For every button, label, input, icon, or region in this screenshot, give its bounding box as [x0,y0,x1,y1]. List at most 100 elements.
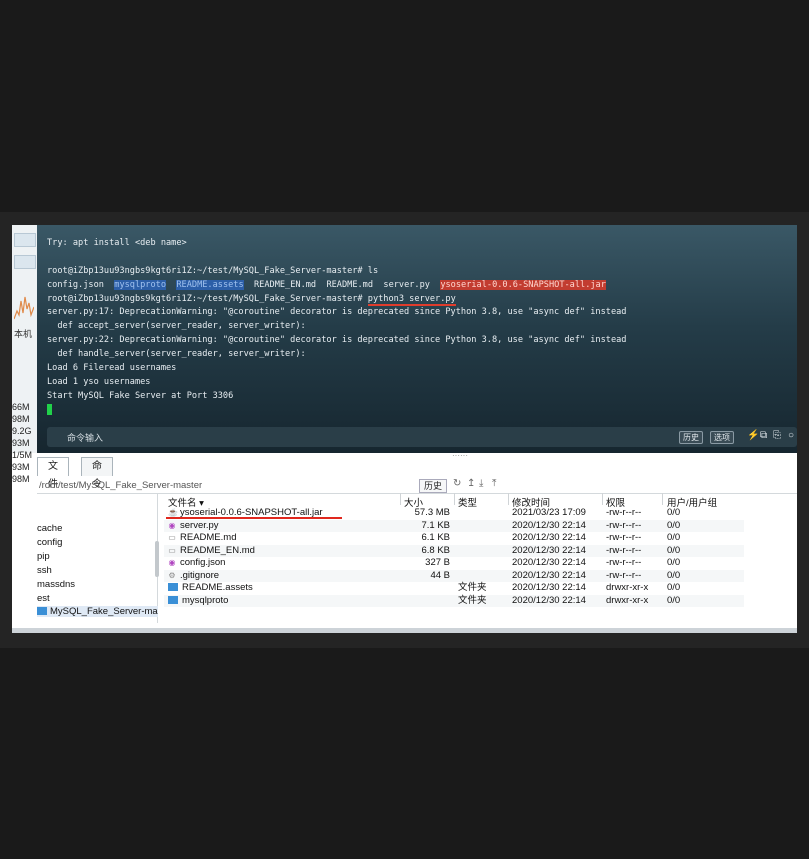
file-name-cell: mysqlproto [168,595,228,608]
taskbar-strip [12,628,797,633]
file-modified: 2020/12/30 22:14 [512,569,586,581]
command-input-bar[interactable]: 命令输入 历史 选项 ⚡ ⧉ ⎘ ○ [47,427,797,447]
file-permission: drwxr-xr-x [606,582,649,593]
tab-commands[interactable]: 命令 [81,457,113,490]
path-input[interactable]: /root/test/MySQL_Fake_Server-master [39,479,409,492]
refresh-icon[interactable]: ↻ [453,478,461,489]
file-name: README.md [180,532,237,543]
file-owner: 0/0 [667,519,681,531]
col-separator[interactable] [454,493,455,505]
tree-item[interactable]: massdns [37,579,75,590]
file-owner: 0/0 [667,557,681,568]
tree-item-selected[interactable]: MySQL_Fake_Server-ma [37,606,158,617]
history-button[interactable]: 历史 [679,431,703,444]
col-separator[interactable] [662,493,663,505]
file-size: 7.1 KB [421,519,450,531]
directory-tree: cache config pip ssh massdns est MySQL_F… [37,493,159,623]
lightning-icon[interactable]: ⚡ [747,430,759,441]
disk-size-list: 66M 98M 9.2G 93M 1/5M 93M 98M [12,401,37,485]
file-owner: 0/0 [667,569,681,581]
tab-files[interactable]: 文件 [37,457,69,490]
terminal-line: Load 1 yso usernames [47,376,151,387]
file-permission: -rw-r--r-- [606,557,642,568]
size-value: 93M [12,462,30,472]
copy-icon[interactable]: ⧉ [760,430,767,441]
file-modified: 2020/12/30 22:14 [512,582,586,593]
terminal-line: root@iZbp13uu93ngbs9kgt6ri1Z:~/test/MySQ… [47,265,379,276]
tree-item-label: MySQL_Fake_Server-ma [50,606,158,617]
search-icon[interactable]: ○ [788,430,794,441]
tree-item[interactable]: config [37,537,62,548]
ls-mysqlproto: mysqlproto [114,279,167,290]
file-permission: -rw-r--r-- [606,519,642,531]
ls-jar: ysoserial-0.0.6-SNAPSHOT-all.jar [440,279,606,290]
splitter-grip[interactable]: ······ [452,451,468,460]
folder-icon [168,583,178,592]
file-size: 44 B [430,569,450,581]
monitor-chart-icon [14,296,34,320]
file-owner: 0/0 [667,507,681,518]
file-name-cell: ▭ README_EN.md [168,545,255,558]
folder-icon [37,607,47,616]
path-bar: /root/test/MySQL_Fake_Server-master 历史 ↻… [37,478,797,494]
tree-item[interactable]: pip [37,551,50,562]
folder-icon [168,595,178,604]
up-icon[interactable]: ↥ [467,478,475,489]
file-row[interactable]: ◉ config.json 327 B 2020/12/30 22:14 -rw-… [164,557,744,570]
file-row[interactable]: ◉ server.py 7.1 KB 2020/12/30 22:14 -rw-r… [164,519,744,532]
file-modified: 2020/12/30 22:14 [512,532,586,543]
ls-readme: README.md [326,279,374,290]
download-icon[interactable]: ⤓ [479,478,483,489]
tree-item[interactable]: ssh [37,565,52,576]
file-row[interactable]: mysqlproto 文件夹 2020/12/30 22:14 drwxr-xr… [164,594,744,608]
options-button[interactable]: 选项 [710,431,734,444]
command-text: python3 server.py [367,293,456,306]
file-row[interactable]: ⚙ .gitignore 44 B 2020/12/30 22:14 -rw-r-… [164,569,744,582]
toolbar-button[interactable] [14,255,36,269]
path-history-button[interactable]: 历史 [419,479,448,493]
terminal-pane[interactable]: Try: apt install <deb name> root@iZbp13u… [37,225,797,453]
file-row[interactable]: README.assets 文件夹 2020/12/30 22:14 drwxr… [164,582,744,595]
ls-readme-en: README_EN.md [254,279,317,290]
gear-icon: ⚙ [168,570,176,580]
size-value: 66M [12,402,30,412]
file-permission: -rw-r--r-- [606,544,642,556]
file-owner: 0/0 [667,532,681,543]
file-row[interactable]: ▭ README_EN.md 6.8 KB 2020/12/30 22:14 -r… [164,544,744,558]
upload-icon[interactable]: ⤒ [492,478,496,489]
col-separator[interactable] [400,493,401,505]
ls-readme-assets: README.assets [176,279,244,290]
file-modified: 2021/03/23 17:09 [512,507,586,518]
file-name: config.json [180,557,226,568]
size-value: 1/5M [12,450,33,460]
local-label: 本机 [14,329,33,339]
tree-item[interactable]: est [37,593,50,604]
toolbar-button[interactable] [14,233,36,247]
terminal-line: Start MySQL Fake Server at Port 3306 [47,390,234,401]
file-row[interactable]: ▭ README.md 6.1 KB 2020/12/30 22:14 -rw-r… [164,532,744,545]
file-name-cell: ◉ config.json [168,557,226,570]
file-size: 6.1 KB [421,532,450,543]
command-input[interactable]: 命令输入 [67,431,103,444]
finalshell-window: 本机 66M 98M 9.2G 93M 1/5M 93M 98M Try: ap… [12,225,797,633]
terminal-line: def accept_server(server_reader, server_… [47,321,306,332]
file-owner: 0/0 [667,594,681,606]
terminal-line: def handle_server(server_reader, server_… [47,349,306,360]
file-name: .gitignore [180,569,220,581]
file-size: 6.8 KB [421,544,450,556]
size-value: 98M [12,414,30,424]
terminal-line-command: root@iZbp13uu93ngbs9kgt6ri1Z:~/test/MySQ… [47,293,626,307]
paste-icon[interactable]: ⎘ [773,430,781,441]
tree-item[interactable]: cache [37,523,62,534]
size-value: 98M [12,474,30,484]
tree-scrollbar[interactable] [155,541,159,577]
left-panel-strip: 本机 66M 98M 9.2G 93M 1/5M 93M 98M [12,225,38,484]
json-file-icon: ◉ [168,558,176,567]
col-separator[interactable] [602,493,603,505]
col-separator[interactable] [508,493,509,505]
file-size: 327 B [425,557,450,568]
file-size: 57.3 MB [414,507,450,518]
file-owner: 0/0 [667,582,681,593]
terminal-output: Try: apt install <deb name> root@iZbp13u… [47,237,626,418]
